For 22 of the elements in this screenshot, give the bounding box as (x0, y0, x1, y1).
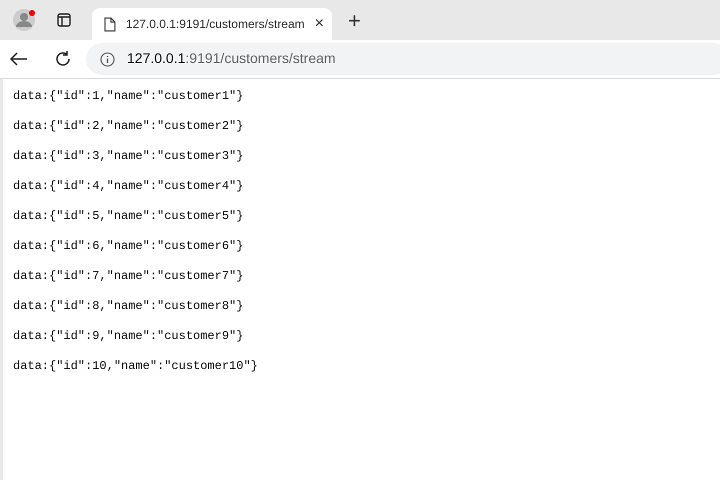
data-line: data:{"id":4,"name":"customer4"} (13, 178, 244, 195)
data-line: data:{"id":5,"name":"customer5"} (13, 208, 244, 225)
document-icon (104, 16, 116, 32)
person-icon (13, 9, 35, 31)
data-line: data:{"id":7,"name":"customer7"} (13, 268, 244, 285)
info-icon[interactable] (100, 52, 115, 66)
url-path: :9191/customers/stream (185, 50, 336, 66)
address-bar[interactable]: 127.0.0.1:9191/customers/stream (86, 43, 720, 75)
close-tab-button[interactable]: × (314, 15, 324, 33)
data-line: data:{"id":1,"name":"customer1"} (13, 88, 244, 105)
window-icon (57, 13, 71, 27)
data-line: data:{"id":10,"name":"customer10"} (13, 358, 259, 375)
data-line: data:{"id":8,"name":"customer8"} (13, 298, 244, 315)
reload-icon[interactable] (54, 50, 72, 68)
data-line: data:{"id":9,"name":"customer9"} (13, 328, 244, 345)
browser-tab[interactable]: 127.0.0.1:9191/customers/stream × (92, 8, 332, 40)
data-line: data:{"id":6,"name":"customer6"} (13, 238, 244, 255)
data-line: data:{"id":2,"name":"customer2"} (13, 118, 244, 135)
url-host: 127.0.0.1 (127, 50, 186, 66)
back-icon[interactable] (10, 52, 28, 66)
data-line: data:{"id":3,"name":"customer3"} (13, 148, 244, 165)
new-tab-button[interactable]: + (348, 8, 361, 34)
